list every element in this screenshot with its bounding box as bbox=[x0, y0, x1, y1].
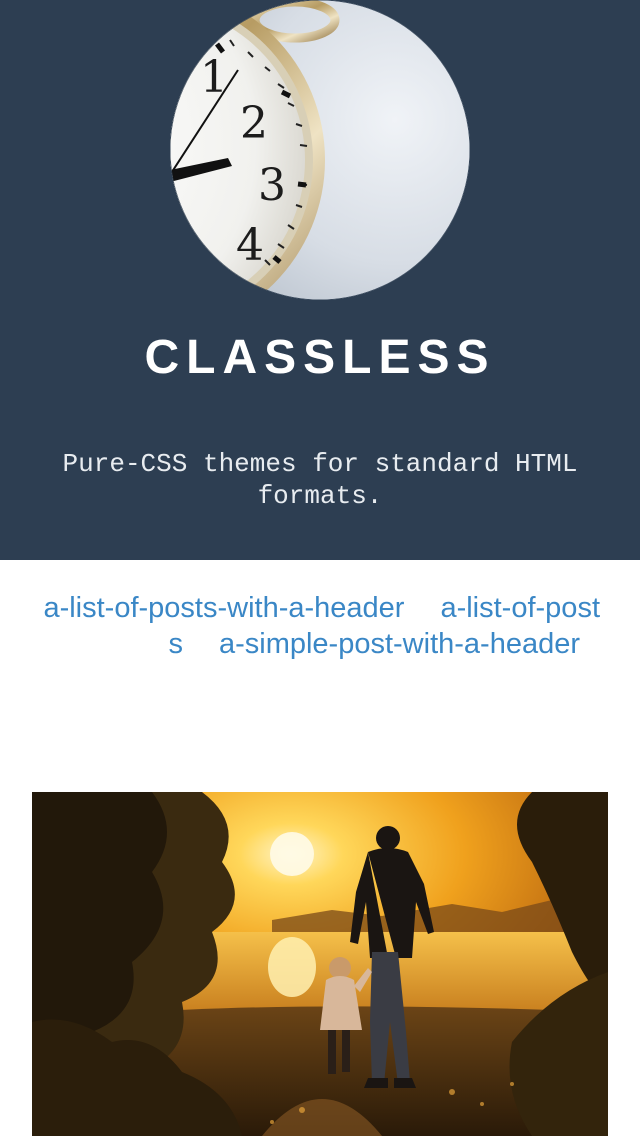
site-title: CLASSLESS bbox=[144, 331, 496, 384]
svg-text:1: 1 bbox=[200, 52, 228, 103]
nav-link-simple-post-with-header[interactable]: a-simple-post-with-a-header bbox=[219, 628, 580, 660]
site-logo[interactable]: 1 2 3 4 bbox=[170, 0, 470, 300]
sunset-photo-image bbox=[32, 792, 608, 1136]
site-nav: a-list-of-posts-with-a-header a-list-of-p… bbox=[40, 590, 600, 662]
nav-link-list-of-posts-with-header[interactable]: a-list-of-posts-with-a-header bbox=[43, 592, 404, 624]
site-header: 1 2 3 4 CLASSLESS Pure-CSS themes for st… bbox=[0, 0, 640, 560]
site-tagline: Pure-CSS themes for standard HTML format… bbox=[62, 449, 578, 511]
pocket-watch-icon: 1 2 3 4 bbox=[170, 0, 470, 300]
svg-text:3: 3 bbox=[258, 160, 286, 211]
hero-image bbox=[32, 792, 608, 1136]
svg-text:2: 2 bbox=[240, 98, 268, 149]
svg-text:4: 4 bbox=[236, 220, 264, 271]
